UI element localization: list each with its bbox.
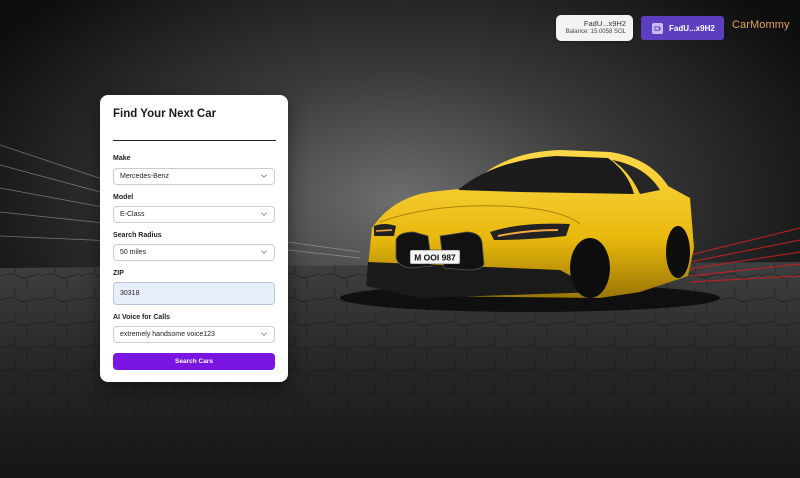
wallet-balance: Balance: 15.0058 SOL: [565, 29, 626, 35]
radius-label: Search Radius: [113, 232, 162, 239]
wallet-balance-chip[interactable]: FadU...x9H2 Balance: 15.0058 SOL: [556, 15, 633, 41]
wallet-connect-button[interactable]: FadU...x9H2: [641, 16, 724, 40]
hero-scene: M OOI 987 FadU...x9H2 Balance: 15.0058 S…: [0, 0, 800, 478]
wallet-icon: [652, 22, 663, 34]
chevron-down-icon: [261, 212, 267, 216]
model-value: E-Class: [120, 211, 145, 218]
wallet-address: FadU...x9H2: [583, 19, 626, 28]
make-select[interactable]: Mercedes-Benz: [113, 168, 275, 185]
brand-logo[interactable]: CarMommy: [732, 19, 790, 31]
license-plate-text: M OOI 987: [414, 253, 456, 263]
zip-input[interactable]: 30318: [113, 282, 275, 305]
chevron-down-icon: [261, 250, 267, 254]
voice-select[interactable]: extremely handsome voice123: [113, 326, 275, 343]
chevron-down-icon: [261, 332, 267, 336]
radius-select[interactable]: 50 miles: [113, 244, 275, 261]
wallet-button-label: FadU...x9H2: [669, 23, 715, 33]
make-value: Mercedes-Benz: [120, 173, 170, 180]
chevron-down-icon: [261, 174, 267, 178]
model-select[interactable]: E-Class: [113, 206, 275, 223]
make-label: Make: [113, 155, 131, 162]
zip-label: ZIP: [113, 270, 124, 277]
title-divider: [113, 140, 276, 141]
radius-value: 50 miles: [120, 249, 147, 256]
card-title: Find Your Next Car: [113, 108, 217, 120]
voice-label: AI Voice for Calls: [113, 314, 171, 321]
voice-value: extremely handsome voice123: [120, 331, 215, 338]
search-cars-button[interactable]: Search Cars: [113, 353, 275, 370]
model-label: Model: [113, 194, 134, 201]
car-search-card: Find Your Next Car Make Mercedes-Benz Mo…: [100, 95, 288, 382]
